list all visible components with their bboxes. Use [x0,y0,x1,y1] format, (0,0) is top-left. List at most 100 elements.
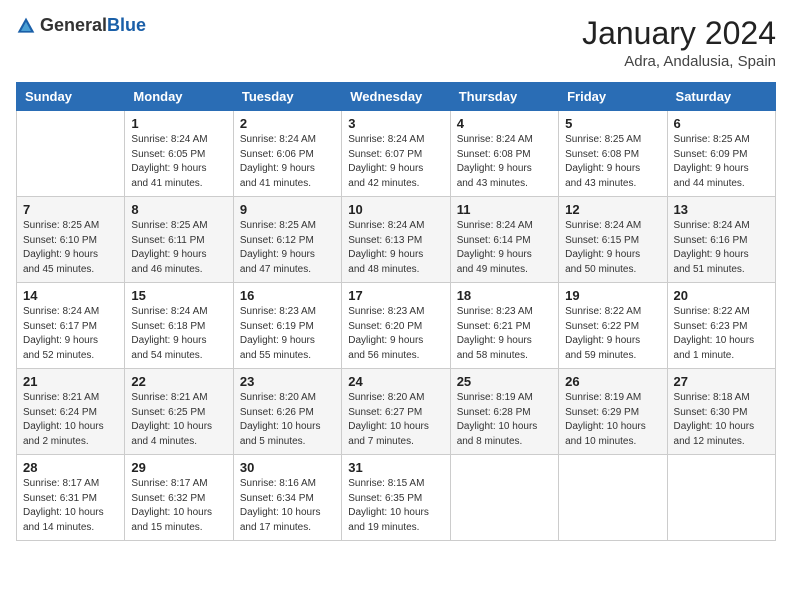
calendar-cell [450,455,558,541]
day-info: Sunrise: 8:23 AM Sunset: 6:21 PM Dayligh… [457,305,552,363]
day-number: 19 [565,288,660,303]
day-number: 25 [457,374,552,389]
calendar-cell: 14 Sunrise: 8:24 AM Sunset: 6:17 PM Dayli… [17,283,125,369]
day-number: 21 [23,374,118,389]
day-info: Sunrise: 8:18 AM Sunset: 6:30 PM Dayligh… [674,391,769,449]
calendar-cell: 11 Sunrise: 8:24 AM Sunset: 6:14 PM Dayli… [450,197,558,283]
day-info: Sunrise: 8:24 AM Sunset: 6:05 PM Dayligh… [131,133,226,191]
day-info: Sunrise: 8:17 AM Sunset: 6:31 PM Dayligh… [23,477,118,535]
calendar-cell: 22 Sunrise: 8:21 AM Sunset: 6:25 PM Dayli… [125,369,233,455]
day-info: Sunrise: 8:24 AM Sunset: 6:15 PM Dayligh… [565,219,660,277]
day-info: Sunrise: 8:25 AM Sunset: 6:12 PM Dayligh… [240,219,335,277]
calendar-cell: 26 Sunrise: 8:19 AM Sunset: 6:29 PM Dayli… [559,369,667,455]
day-info: Sunrise: 8:21 AM Sunset: 6:25 PM Dayligh… [131,391,226,449]
calendar-cell: 29 Sunrise: 8:17 AM Sunset: 6:32 PM Dayli… [125,455,233,541]
calendar-cell [667,455,775,541]
calendar-cell: 3 Sunrise: 8:24 AM Sunset: 6:07 PM Daylig… [342,111,450,197]
logo-text-blue: Blue [107,15,146,35]
page-header: GeneralBlue January 2024 Adra, Andalusia… [16,16,776,70]
calendar-cell: 8 Sunrise: 8:25 AM Sunset: 6:11 PM Daylig… [125,197,233,283]
day-number: 1 [131,116,226,131]
day-info: Sunrise: 8:24 AM Sunset: 6:07 PM Dayligh… [348,133,443,191]
day-number: 10 [348,202,443,217]
calendar-cell: 31Sunrise: 8:15 AM Sunset: 6:35 PM Dayli… [342,455,450,541]
calendar-cell: 27Sunrise: 8:18 AM Sunset: 6:30 PM Dayli… [667,369,775,455]
calendar-cell: 15 Sunrise: 8:24 AM Sunset: 6:18 PM Dayli… [125,283,233,369]
calendar-week-row: 21 Sunrise: 8:21 AM Sunset: 6:24 PM Dayli… [17,369,776,455]
day-number: 12 [565,202,660,217]
calendar-cell: 9 Sunrise: 8:25 AM Sunset: 6:12 PM Daylig… [233,197,341,283]
day-number: 18 [457,288,552,303]
day-number: 6 [674,116,769,131]
day-info: Sunrise: 8:25 AM Sunset: 6:08 PM Dayligh… [565,133,660,191]
day-info: Sunrise: 8:24 AM Sunset: 6:08 PM Dayligh… [457,133,552,191]
calendar-cell: 1 Sunrise: 8:24 AM Sunset: 6:05 PM Daylig… [125,111,233,197]
calendar-cell [17,111,125,197]
calendar-cell: 10Sunrise: 8:24 AM Sunset: 6:13 PM Dayli… [342,197,450,283]
calendar-cell [559,455,667,541]
day-number: 31 [348,460,443,475]
day-number: 13 [674,202,769,217]
day-number: 29 [131,460,226,475]
day-number: 3 [348,116,443,131]
logo: GeneralBlue [16,16,146,36]
day-info: Sunrise: 8:19 AM Sunset: 6:29 PM Dayligh… [565,391,660,449]
day-info: Sunrise: 8:24 AM Sunset: 6:06 PM Dayligh… [240,133,335,191]
day-info: Sunrise: 8:25 AM Sunset: 6:11 PM Dayligh… [131,219,226,277]
day-number: 9 [240,202,335,217]
day-info: Sunrise: 8:22 AM Sunset: 6:23 PM Dayligh… [674,305,769,363]
calendar-week-row: 1 Sunrise: 8:24 AM Sunset: 6:05 PM Daylig… [17,111,776,197]
day-info: Sunrise: 8:22 AM Sunset: 6:22 PM Dayligh… [565,305,660,363]
calendar-cell: 17 Sunrise: 8:23 AM Sunset: 6:20 PM Dayli… [342,283,450,369]
day-info: Sunrise: 8:20 AM Sunset: 6:26 PM Dayligh… [240,391,335,449]
calendar-cell: 21 Sunrise: 8:21 AM Sunset: 6:24 PM Dayli… [17,369,125,455]
day-info: Sunrise: 8:23 AM Sunset: 6:20 PM Dayligh… [348,305,443,363]
calendar-cell: 28 Sunrise: 8:17 AM Sunset: 6:31 PM Dayli… [17,455,125,541]
calendar-cell: 18 Sunrise: 8:23 AM Sunset: 6:21 PM Dayli… [450,283,558,369]
day-number: 15 [131,288,226,303]
weekday-header-sunday: Sunday [17,83,125,111]
day-info: Sunrise: 8:24 AM Sunset: 6:17 PM Dayligh… [23,305,118,363]
title-area: January 2024 Adra, Andalusia, Spain [582,16,776,70]
weekday-header-monday: Monday [125,83,233,111]
day-info: Sunrise: 8:21 AM Sunset: 6:24 PM Dayligh… [23,391,118,449]
day-number: 26 [565,374,660,389]
day-number: 7 [23,202,118,217]
weekday-header-thursday: Thursday [450,83,558,111]
day-number: 4 [457,116,552,131]
day-info: Sunrise: 8:24 AM Sunset: 6:18 PM Dayligh… [131,305,226,363]
day-number: 11 [457,202,552,217]
calendar-cell: 4 Sunrise: 8:24 AM Sunset: 6:08 PM Daylig… [450,111,558,197]
day-number: 22 [131,374,226,389]
logo-text-general: General [40,15,107,35]
day-number: 24 [348,374,443,389]
day-number: 2 [240,116,335,131]
calendar-header: SundayMondayTuesdayWednesdayThursdayFrid… [17,83,776,111]
day-number: 8 [131,202,226,217]
calendar-week-row: 14 Sunrise: 8:24 AM Sunset: 6:17 PM Dayli… [17,283,776,369]
day-info: Sunrise: 8:20 AM Sunset: 6:27 PM Dayligh… [348,391,443,449]
calendar-cell: 16Sunrise: 8:23 AM Sunset: 6:19 PM Dayli… [233,283,341,369]
day-number: 14 [23,288,118,303]
weekday-header-tuesday: Tuesday [233,83,341,111]
day-info: Sunrise: 8:19 AM Sunset: 6:28 PM Dayligh… [457,391,552,449]
calendar-week-row: 28 Sunrise: 8:17 AM Sunset: 6:31 PM Dayli… [17,455,776,541]
calendar-cell: 6Sunrise: 8:25 AM Sunset: 6:09 PM Daylig… [667,111,775,197]
day-info: Sunrise: 8:25 AM Sunset: 6:10 PM Dayligh… [23,219,118,277]
month-title: January 2024 [582,16,776,51]
day-number: 28 [23,460,118,475]
day-number: 20 [674,288,769,303]
weekday-header-wednesday: Wednesday [342,83,450,111]
day-info: Sunrise: 8:23 AM Sunset: 6:19 PM Dayligh… [240,305,335,363]
day-info: Sunrise: 8:24 AM Sunset: 6:14 PM Dayligh… [457,219,552,277]
calendar-cell: 25 Sunrise: 8:19 AM Sunset: 6:28 PM Dayli… [450,369,558,455]
day-info: Sunrise: 8:17 AM Sunset: 6:32 PM Dayligh… [131,477,226,535]
calendar-cell: 24 Sunrise: 8:20 AM Sunset: 6:27 PM Dayli… [342,369,450,455]
weekday-header-saturday: Saturday [667,83,775,111]
location-title: Adra, Andalusia, Spain [582,53,776,70]
calendar-cell: 12 Sunrise: 8:24 AM Sunset: 6:15 PM Dayli… [559,197,667,283]
day-info: Sunrise: 8:16 AM Sunset: 6:34 PM Dayligh… [240,477,335,535]
calendar-cell: 7 Sunrise: 8:25 AM Sunset: 6:10 PM Daylig… [17,197,125,283]
day-number: 17 [348,288,443,303]
calendar-week-row: 7 Sunrise: 8:25 AM Sunset: 6:10 PM Daylig… [17,197,776,283]
